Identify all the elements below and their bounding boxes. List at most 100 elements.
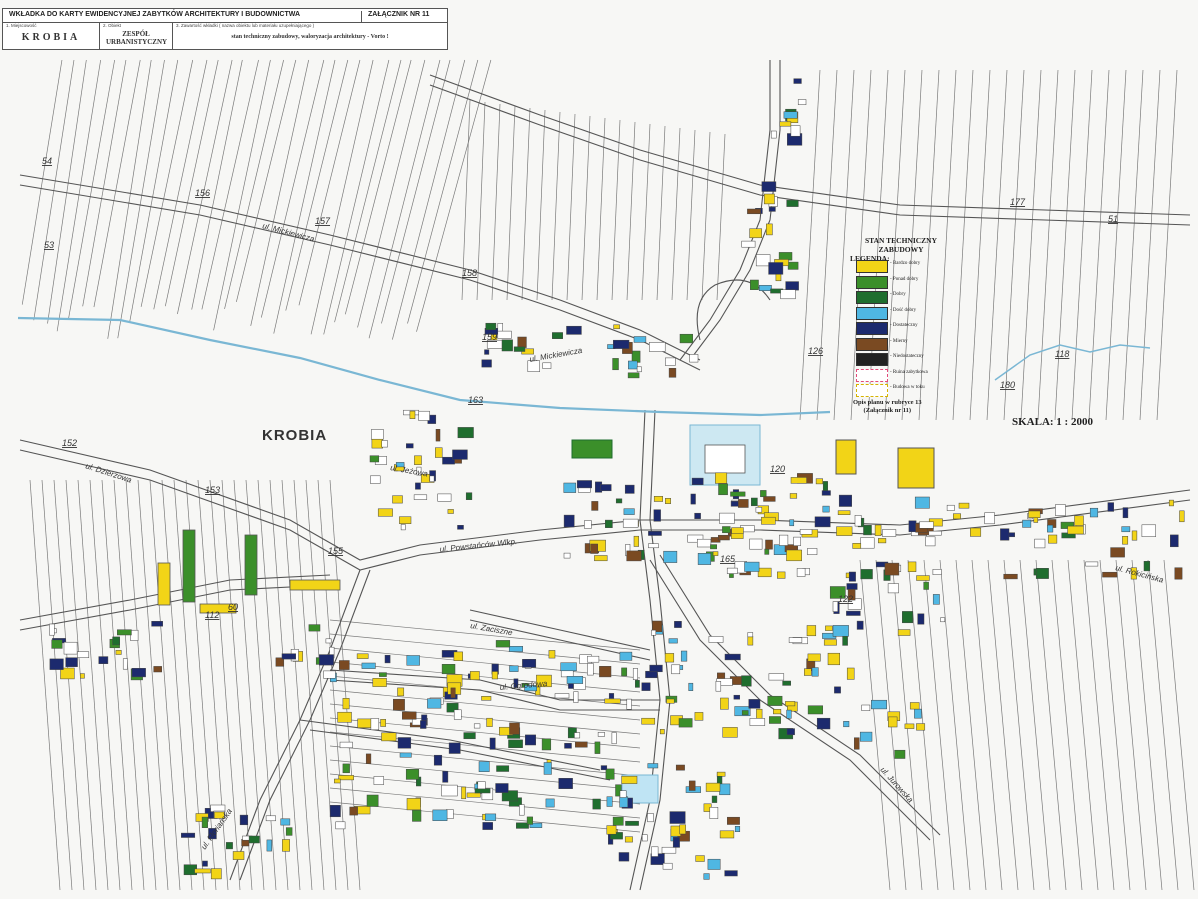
building	[1048, 534, 1058, 544]
church	[571, 439, 613, 459]
town-label: KROBIA	[262, 427, 328, 444]
building	[1121, 526, 1131, 533]
building	[633, 336, 647, 343]
building	[694, 712, 704, 721]
building	[767, 695, 783, 706]
building	[940, 617, 946, 623]
building	[823, 639, 837, 646]
building	[852, 543, 862, 549]
building	[622, 518, 639, 528]
building	[631, 350, 641, 363]
building	[822, 481, 828, 492]
building	[98, 656, 109, 664]
building	[482, 822, 493, 830]
building	[623, 508, 635, 515]
building	[437, 493, 452, 502]
building	[648, 531, 662, 536]
building	[832, 625, 849, 637]
building	[49, 658, 64, 670]
building	[1110, 547, 1125, 558]
building	[232, 851, 245, 860]
building	[786, 709, 792, 719]
legend-swatch	[856, 337, 888, 351]
building	[747, 208, 761, 215]
building	[919, 521, 934, 529]
legend-label: - Niedostateczny	[890, 354, 924, 359]
building	[606, 825, 617, 835]
building	[760, 490, 767, 498]
building	[541, 738, 552, 751]
building	[265, 815, 276, 822]
building	[688, 780, 696, 791]
building	[807, 705, 823, 715]
building	[522, 659, 537, 668]
building	[884, 562, 900, 576]
building	[473, 723, 481, 729]
building	[804, 668, 812, 676]
building	[871, 699, 887, 710]
plan-note: Opis planu w rubryce 13 (Załącznik nr 11…	[853, 399, 922, 415]
parcel-number: 120	[770, 464, 785, 474]
building	[453, 709, 462, 720]
building	[384, 654, 391, 664]
building	[619, 651, 633, 661]
building	[768, 262, 784, 275]
building	[738, 499, 749, 508]
catalog-header: WKŁADKA DO KARTY EWIDENCYJNEJ ZABYTKÓW A…	[2, 8, 448, 50]
building	[397, 687, 405, 697]
building	[501, 339, 513, 352]
building	[854, 515, 862, 527]
building	[764, 548, 770, 555]
building	[612, 358, 619, 371]
building	[838, 494, 852, 507]
building	[1122, 507, 1129, 519]
building	[717, 672, 726, 680]
building	[653, 509, 661, 522]
parcel-number: 53	[44, 240, 54, 250]
building	[381, 732, 397, 742]
note-line1: Opis planu w rubryce 13	[853, 399, 922, 406]
building	[509, 665, 519, 672]
building	[715, 681, 722, 692]
building	[526, 816, 533, 825]
legend-label: - Ponad dobry	[890, 276, 919, 282]
building	[730, 491, 746, 497]
building	[672, 836, 680, 848]
building	[584, 520, 592, 529]
building	[77, 651, 90, 658]
building	[441, 784, 458, 797]
building	[715, 472, 728, 484]
legend-title: STAN TECHNICZNY ZABUDOWY	[864, 236, 938, 254]
building	[509, 722, 520, 735]
legend-label: - Ruina zabytkowa	[890, 369, 928, 375]
parcel-number: 177	[1010, 197, 1026, 207]
parcel-number: 159	[482, 332, 497, 342]
building	[780, 289, 796, 300]
building	[710, 544, 717, 550]
building	[429, 475, 435, 482]
building	[799, 529, 813, 535]
building	[916, 575, 930, 581]
building	[779, 534, 789, 546]
building	[749, 228, 762, 239]
building	[769, 716, 781, 724]
legend-swatch	[856, 322, 888, 335]
building	[339, 660, 350, 670]
building	[508, 739, 523, 748]
building	[594, 555, 608, 562]
building	[463, 732, 476, 740]
building	[554, 693, 570, 699]
building	[1085, 561, 1099, 567]
building	[282, 839, 290, 852]
building	[691, 477, 704, 485]
building	[761, 516, 776, 525]
building	[575, 741, 588, 748]
building	[821, 490, 831, 496]
building	[697, 553, 712, 565]
building	[627, 372, 640, 379]
building	[719, 830, 735, 839]
building	[908, 520, 917, 533]
legend-swatch	[856, 275, 888, 289]
building	[613, 339, 630, 349]
building	[591, 501, 599, 511]
